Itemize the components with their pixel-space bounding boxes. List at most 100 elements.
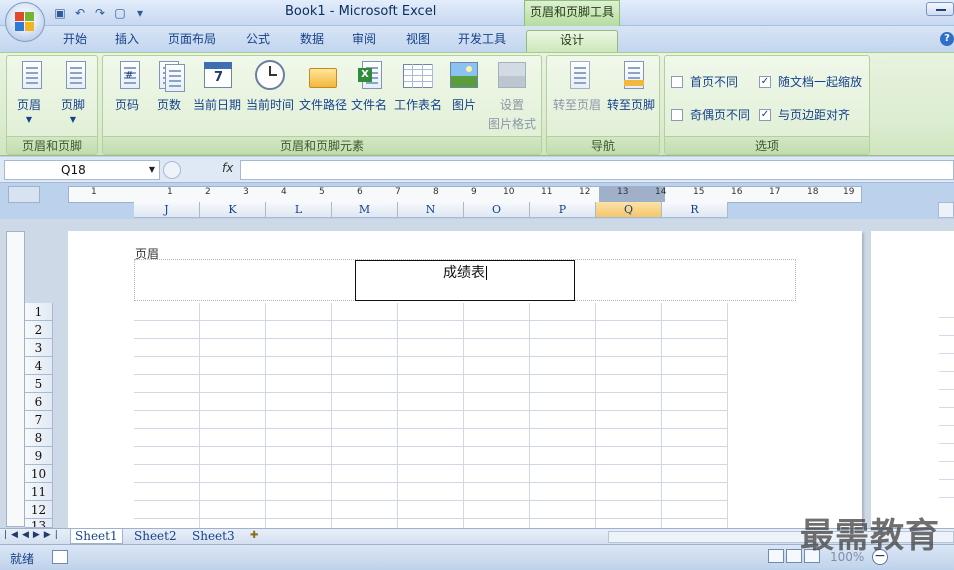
checkmark-icon: ✓: [759, 75, 771, 88]
save-icon[interactable]: ▣: [52, 5, 68, 21]
name-box[interactable]: Q18 ▼: [4, 160, 160, 180]
insert-function-icon[interactable]: fx: [222, 161, 233, 175]
footer-doc-icon: [58, 60, 88, 92]
row-header[interactable]: 3: [25, 339, 53, 357]
row-headers: 1 2 3 4 5 6 7 8 9 10 11 12 13: [25, 303, 53, 528]
title-bar: ▣ ↶ ↷ ▢ ▾ Book1 - Microsoft Excel 页眉和页脚工…: [0, 0, 954, 26]
chevron-down-icon[interactable]: ▼: [149, 161, 155, 179]
sheet-tab-sheet3[interactable]: Sheet3: [188, 529, 239, 544]
align-with-margins-checkbox[interactable]: ✓ 与页边距对齐: [759, 106, 850, 123]
insert-sheet-icon[interactable]: ✚: [250, 530, 266, 543]
row-header[interactable]: 5: [25, 375, 53, 393]
header-button[interactable]: 页眉 ▼: [7, 60, 51, 124]
checkmark-icon: ✓: [759, 108, 771, 121]
different-first-page-checkbox[interactable]: 首页不同: [671, 73, 738, 90]
column-header-l[interactable]: L: [266, 202, 332, 218]
scale-with-document-checkbox[interactable]: ✓ 随文档一起缩放: [759, 73, 862, 90]
ribbon: 页眉 ▼ 页脚 ▼ 页眉和页脚 # 页码 页数 7 当前日期 当前时间 文件路径…: [0, 52, 954, 156]
file-path-button[interactable]: 文件路径: [297, 60, 349, 113]
office-logo-icon: [15, 12, 35, 32]
text-caret: [486, 266, 487, 280]
chevron-down-icon: ▼: [69, 115, 77, 124]
row-header[interactable]: 8: [25, 429, 53, 447]
group-header-footer: 页眉 ▼ 页脚 ▼ 页眉和页脚: [6, 55, 98, 155]
tab-view[interactable]: 视图: [396, 30, 440, 52]
row-header[interactable]: 2: [25, 321, 53, 339]
row-header[interactable]: 13: [25, 519, 53, 528]
picture-icon: [449, 60, 479, 92]
worksheet-icon: [403, 60, 433, 92]
column-header-m[interactable]: M: [332, 202, 398, 218]
column-header-n[interactable]: N: [398, 202, 464, 218]
sheet-navigation-icons[interactable]: |◀◀▶▶|: [4, 530, 62, 540]
customize-dropdown-icon[interactable]: ▾: [132, 5, 148, 21]
tab-page-layout[interactable]: 页面布局: [160, 30, 224, 52]
page-count-icon: [154, 60, 185, 92]
formula-input[interactable]: [240, 160, 954, 180]
row-header[interactable]: 11: [25, 483, 53, 501]
print-preview-icon[interactable]: ▢: [112, 5, 128, 21]
column-header-q[interactable]: Q: [596, 202, 662, 218]
current-date-button[interactable]: 7 当前日期: [191, 60, 243, 113]
next-page: [871, 231, 954, 528]
group-header-footer-elements: # 页码 页数 7 当前日期 当前时间 文件路径 X 文件名 工作表名 图片 设…: [102, 55, 542, 155]
row-header[interactable]: 9: [25, 447, 53, 465]
cell-grid[interactable]: [134, 303, 728, 528]
undo-icon[interactable]: ↶: [72, 5, 88, 21]
ribbon-tabs: 开始 插入 页面布局 公式 数据 审阅 视图 开发工具 设计 ?: [0, 26, 954, 52]
checkbox-box: [671, 75, 683, 88]
format-picture-icon: [497, 60, 527, 92]
footer-button[interactable]: 页脚 ▼: [51, 60, 95, 124]
help-icon[interactable]: ?: [940, 32, 954, 46]
row-header[interactable]: 7: [25, 411, 53, 429]
picture-button[interactable]: 图片: [443, 60, 485, 113]
header-text[interactable]: 成绩表: [443, 262, 487, 282]
normal-view-icon[interactable]: [768, 549, 784, 563]
tab-data[interactable]: 数据: [290, 30, 334, 52]
sheet-tab-sheet2[interactable]: Sheet2: [130, 529, 181, 544]
checkbox-box: [671, 108, 683, 121]
format-picture-button[interactable]: 设置 图片格式: [485, 60, 539, 132]
clock-icon: [255, 60, 285, 92]
tab-formulas[interactable]: 公式: [236, 30, 280, 52]
ruler-corner: [8, 186, 40, 203]
file-name-button[interactable]: X 文件名: [347, 60, 391, 113]
header-doc-icon: [14, 60, 44, 92]
go-to-footer-button[interactable]: 转至页脚: [603, 60, 659, 113]
sheet-name-button[interactable]: 工作表名: [391, 60, 445, 113]
row-header[interactable]: 6: [25, 393, 53, 411]
column-header-p[interactable]: P: [530, 202, 596, 218]
row-header[interactable]: 1: [25, 303, 53, 321]
group-label: 选项: [665, 136, 869, 154]
sheet-tab-sheet1[interactable]: Sheet1: [70, 529, 123, 544]
tab-home[interactable]: 开始: [52, 30, 98, 52]
page-number-icon: #: [112, 60, 142, 92]
expand-icon[interactable]: [163, 161, 181, 179]
go-to-header-icon: [562, 60, 592, 92]
column-header-r[interactable]: R: [662, 202, 728, 218]
page-number-button[interactable]: # 页码: [105, 60, 149, 113]
redo-icon[interactable]: ↷: [92, 5, 108, 21]
different-odd-even-checkbox[interactable]: 奇偶页不同: [671, 106, 750, 123]
quick-access-toolbar: ▣ ↶ ↷ ▢ ▾: [52, 4, 148, 22]
go-to-footer-icon: [616, 60, 646, 92]
macro-record-icon[interactable]: [52, 550, 68, 564]
context-tab-title: 页眉和页脚工具: [524, 0, 620, 26]
row-header[interactable]: 12: [25, 501, 53, 519]
tab-design[interactable]: 设计: [526, 30, 618, 52]
row-header[interactable]: 4: [25, 357, 53, 375]
column-header-k[interactable]: K: [200, 202, 266, 218]
page-count-button[interactable]: 页数: [147, 60, 191, 113]
watermark: 最需教育: [800, 516, 940, 556]
office-button[interactable]: [5, 2, 45, 42]
column-header-o[interactable]: O: [464, 202, 530, 218]
group-label: 导航: [547, 136, 659, 154]
tab-review[interactable]: 审阅: [342, 30, 386, 52]
current-time-button[interactable]: 当前时间: [245, 60, 295, 113]
tab-insert[interactable]: 插入: [104, 30, 150, 52]
row-header[interactable]: 10: [25, 465, 53, 483]
minimize-button[interactable]: [926, 2, 954, 16]
tab-developer[interactable]: 开发工具: [450, 30, 514, 52]
go-to-header-button[interactable]: 转至页眉: [549, 60, 605, 113]
column-header-j[interactable]: J: [134, 202, 200, 218]
